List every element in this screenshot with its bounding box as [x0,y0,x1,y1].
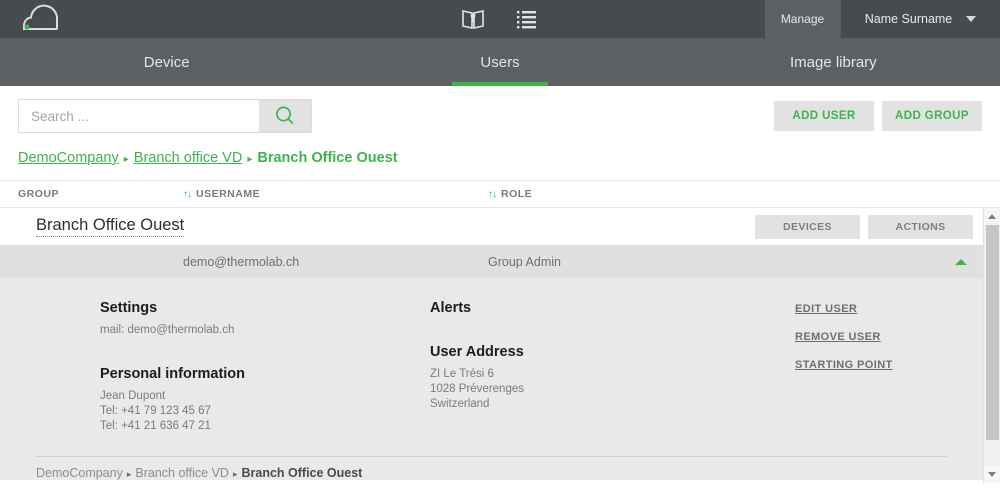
detail-column-actions: EDIT USER REMOVE USER STARTING POINT [795,300,965,434]
sort-arrows-icon: ↑↓ [488,188,497,200]
tab-device[interactable]: Device [0,38,333,86]
scroll-down-button[interactable] [984,466,1000,483]
cell-role: Group Admin [488,254,561,269]
add-group-button[interactable]: ADD GROUP [882,101,982,131]
personal-tel-2: Tel: +41 21 636 47 21 [100,420,211,432]
address-line-1: ZI Le Trési 6 [430,368,494,380]
edit-user-link[interactable]: EDIT USER [795,303,965,315]
bottom-breadcrumb: DemoCompany ▸ Branch office VD ▸ Branch … [0,457,983,480]
top-bar-right: Manage Name Surname [765,0,1000,38]
breadcrumb-item-democompany[interactable]: DemoCompany [18,150,119,166]
list-icon[interactable] [514,6,540,32]
personal-name: Jean Dupont [100,390,166,402]
tab-image-library[interactable]: Image library [667,38,1000,86]
column-header-role-label: ROLE [501,188,533,200]
search-button[interactable] [259,100,311,132]
address-line-3: Switzerland [430,398,490,410]
column-header-username[interactable]: ↑↓ USERNAME [183,188,488,200]
group-title[interactable]: Branch Office Ouest [36,216,185,237]
breadcrumb-item-branch-office-vd[interactable]: Branch office VD [134,150,243,166]
search-box [18,99,312,133]
breadcrumb-current: Branch Office Ouest [257,150,398,166]
scrollbar-thumb[interactable] [986,225,999,440]
remove-user-link[interactable]: REMOVE USER [795,331,965,343]
user-address-block: User Address ZI Le Trési 6 1028 Préveren… [430,344,795,412]
toolbar-actions: ADD USER ADD GROUP [774,101,982,131]
search-input[interactable] [19,100,259,132]
collapse-arrow-icon[interactable] [955,258,967,265]
personal-information-block: Personal information Jean Dupont Tel: +4… [100,366,430,434]
detail-column-middle: Alerts User Address ZI Le Trési 6 1028 P… [430,300,795,434]
settings-heading: Settings [100,300,158,316]
settings-block: Settings mail: demo@thermolab.ch [100,300,430,338]
user-detail-grid: Settings mail: demo@thermolab.ch Persona… [0,300,983,434]
column-header-group: GROUP [18,188,60,200]
group-row-actions: DEVICES ACTIONS [755,214,983,239]
bottom-breadcrumb-item-democompany[interactable]: DemoCompany [36,466,123,480]
breadcrumb: DemoCompany ▸ Branch office VD ▸ Branch … [0,146,1000,180]
bottom-breadcrumb-separator-icon: ▸ [126,469,132,479]
tab-users-label: Users [480,53,520,71]
user-menu-label: Name Surname [864,12,953,26]
detail-column-left: Settings mail: demo@thermolab.ch Persona… [100,300,430,434]
manage-tab[interactable]: Manage [765,0,840,38]
top-bar: Manage Name Surname [0,0,1000,38]
user-address-heading: User Address [430,344,524,360]
column-header-role[interactable]: ↑↓ ROLE [488,188,532,200]
personal-tel-1: Tel: +41 79 123 45 67 [100,405,211,417]
bottom-breadcrumb-item-branch-office-vd[interactable]: Branch office VD [135,466,229,480]
group-row: Branch Office Ouest DEVICES ACTIONS [0,208,983,245]
add-user-button[interactable]: ADD USER [774,101,874,131]
tab-image-library-label: Image library [789,53,877,71]
search-icon [276,106,294,125]
cloud-logo-icon [23,4,59,30]
actions-button[interactable]: ACTIONS [868,214,973,239]
bottom-breadcrumb-current: Branch Office Ouest [241,466,363,480]
chevron-up-icon [988,214,996,219]
scroll-content: Branch Office Ouest DEVICES ACTIONS demo… [0,208,983,483]
tab-device-label: Device [143,53,190,71]
tab-active-underline [451,82,548,86]
table-header: GROUP ↑↓ USERNAME ↑↓ ROLE [0,180,1000,208]
vertical-scrollbar[interactable] [983,208,1000,483]
starting-point-link[interactable]: STARTING POINT [795,359,965,371]
tab-users[interactable]: Users [333,38,666,86]
user-detail-panel: Settings mail: demo@thermolab.ch Persona… [0,278,983,480]
breadcrumb-separator-icon: ▸ [247,154,253,165]
personal-information-heading: Personal information [100,366,246,382]
sort-arrows-icon: ↑↓ [183,188,192,200]
top-bar-icon-group [460,0,540,38]
cell-username: demo@thermolab.ch [183,254,300,269]
app-logo[interactable] [0,0,120,38]
settings-mail: mail: demo@thermolab.ch [100,324,235,336]
alerts-block: Alerts [430,300,795,316]
content-scroll-area: Branch Office Ouest DEVICES ACTIONS demo… [0,208,1000,483]
toolbar: ADD USER ADD GROUP [0,86,1000,146]
column-header-username-label: USERNAME [196,188,261,200]
chevron-down-icon [988,472,996,477]
address-line-2: 1028 Préverenges [430,383,524,395]
breadcrumb-separator-icon: ▸ [123,154,129,165]
bottom-breadcrumb-separator-icon: ▸ [232,469,238,479]
main-nav: Device Users Image library [0,38,1000,86]
user-menu[interactable]: Name Surname [840,0,1000,38]
scroll-up-button[interactable] [984,208,1000,225]
book-icon[interactable] [460,6,486,32]
devices-button[interactable]: DEVICES [755,214,860,239]
table-row[interactable]: demo@thermolab.ch Group Admin [0,245,983,278]
alerts-heading: Alerts [430,300,472,316]
chevron-down-icon [966,16,977,22]
